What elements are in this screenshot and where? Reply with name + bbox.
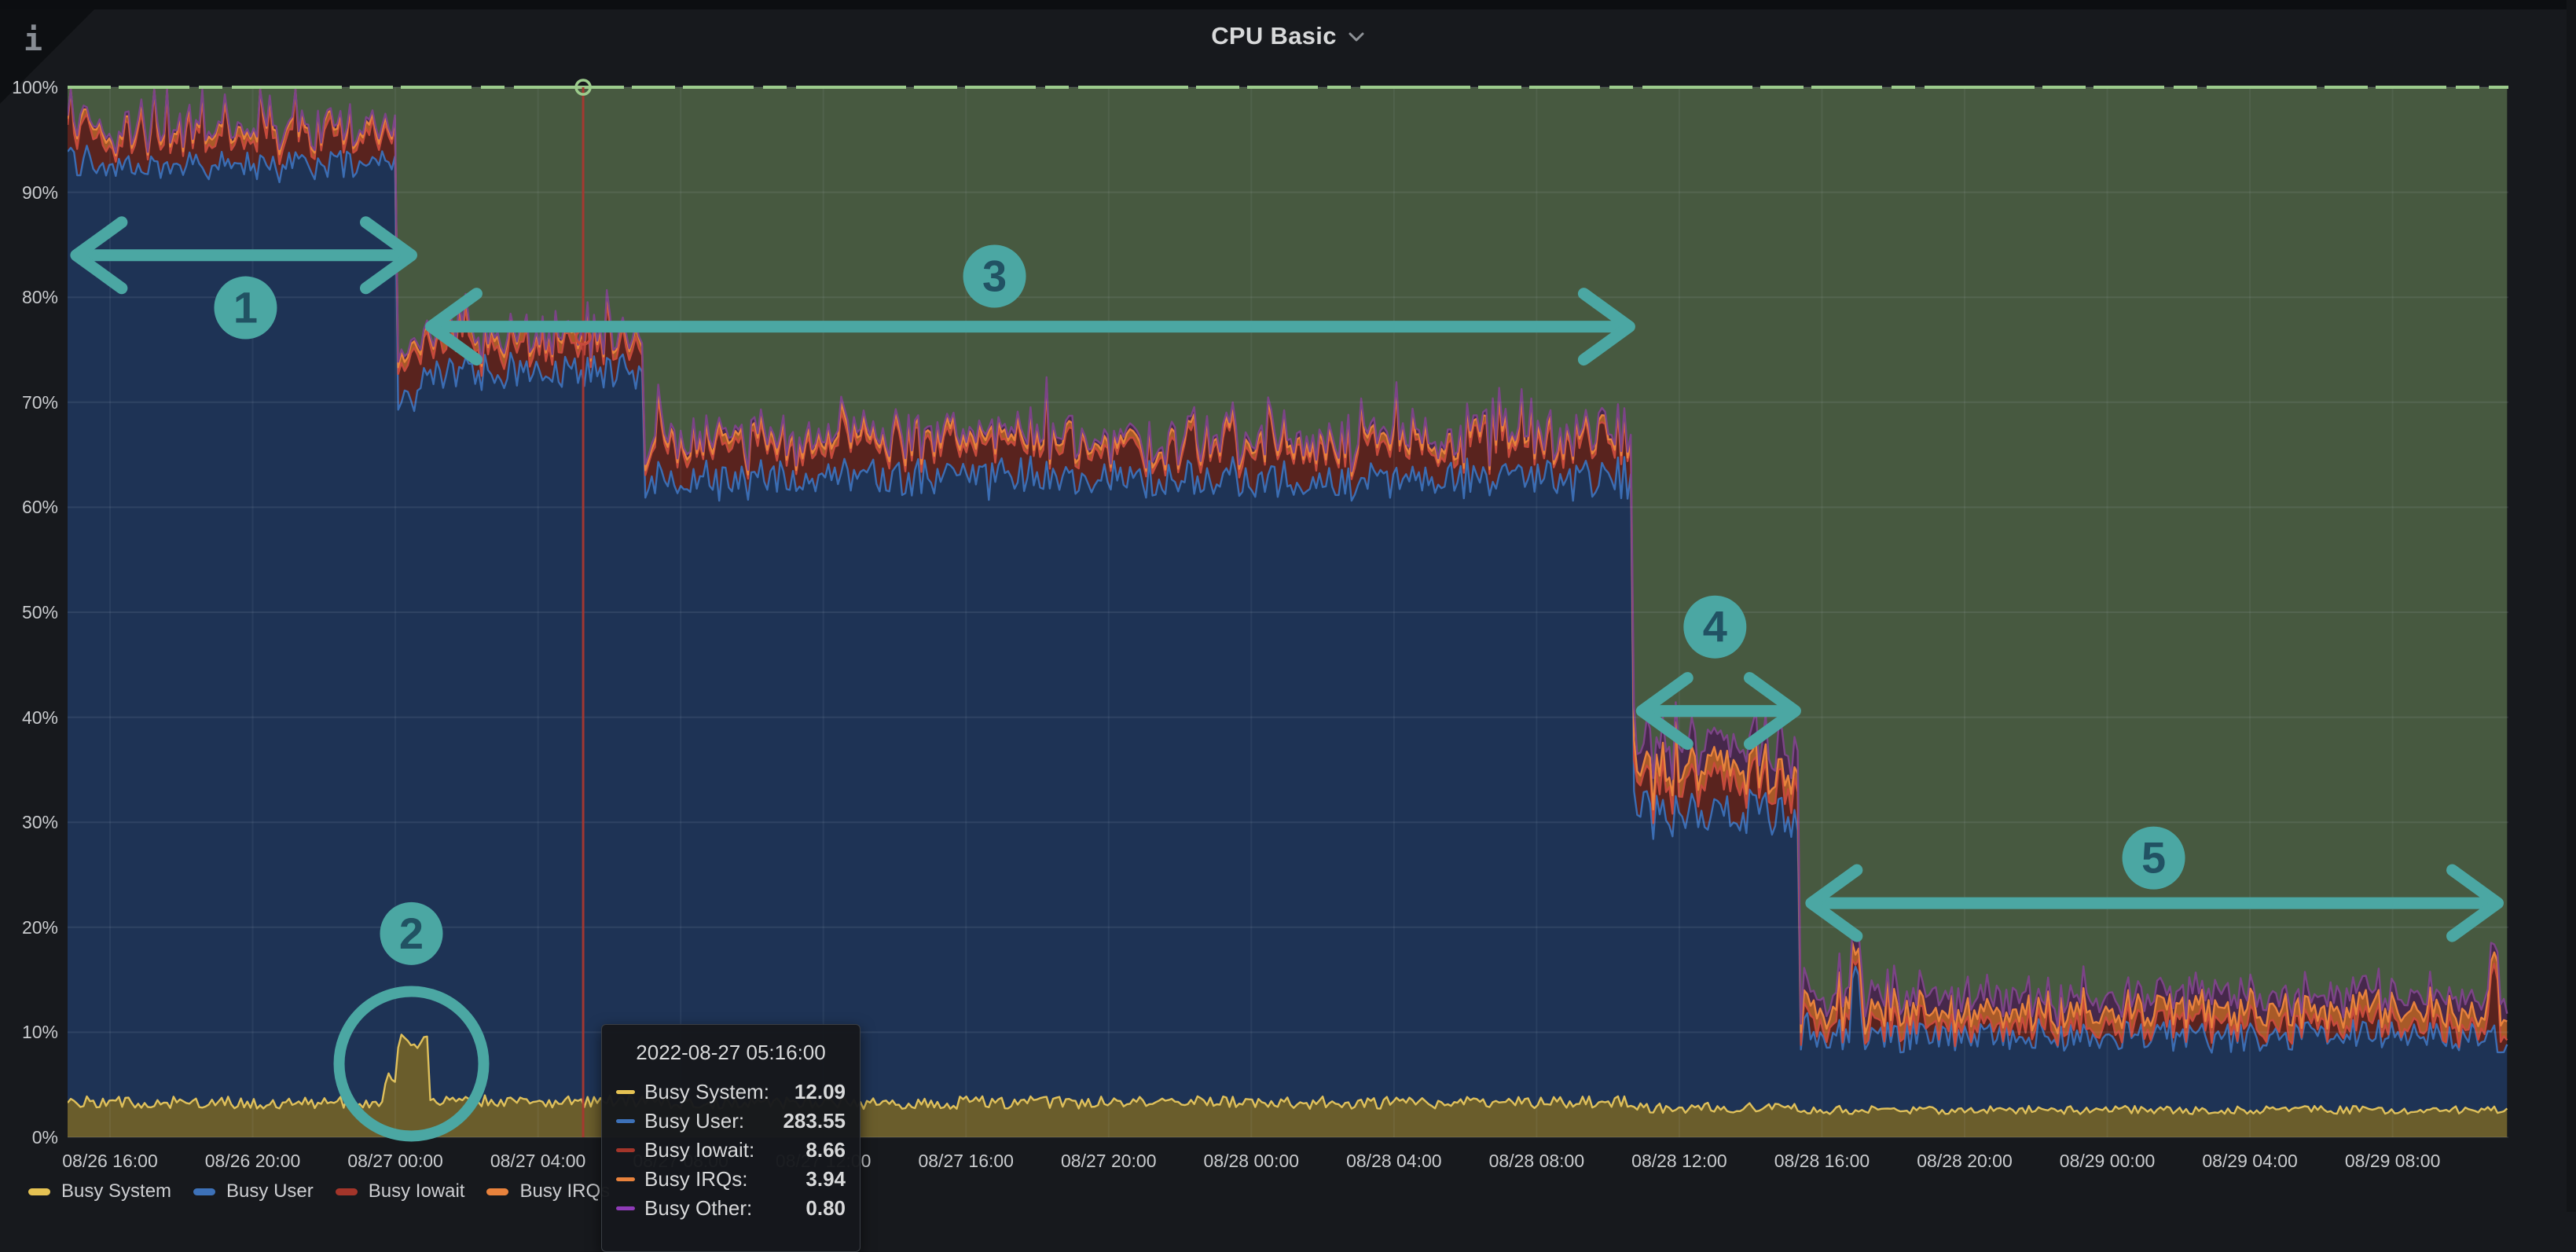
tooltip-series-label: Busy Other: <box>644 1196 752 1221</box>
annotation-badge-number: 2 <box>399 909 424 958</box>
tooltip-series-value: 12.09 <box>794 1080 846 1104</box>
tooltip-timestamp: 2022-08-27 05:16:00 <box>616 1041 846 1065</box>
y-tick-label: 40% <box>2 709 58 727</box>
y-tick-label: 10% <box>2 1023 58 1041</box>
tooltip-row: Busy Iowait: 8.66 <box>616 1136 846 1165</box>
tooltip-series-label: Busy IRQs: <box>644 1167 747 1191</box>
legend-label: Busy IRQs <box>519 1180 610 1202</box>
annotation-badge-number: 4 <box>1703 602 1727 652</box>
tooltip-row: Busy User: 283.55 <box>616 1107 846 1136</box>
legend: Busy System Busy User Busy Iowait Busy IRQs <box>28 1180 610 1202</box>
tooltip-series-swatch <box>616 1177 635 1181</box>
window-right-edge <box>2567 0 2576 1212</box>
tooltip-row: Busy System: 12.09 <box>616 1078 846 1107</box>
legend-label: Busy User <box>226 1180 314 1202</box>
legend-swatch <box>28 1188 50 1195</box>
annotation-badge-number: 3 <box>982 251 1007 300</box>
annotation-badge-number: 1 <box>233 283 258 332</box>
y-tick-label: 50% <box>2 604 58 622</box>
y-tick-label: 20% <box>2 919 58 937</box>
legend-swatch <box>486 1188 508 1195</box>
tooltip-row: Busy IRQs: 3.94 <box>616 1165 846 1194</box>
tooltip-series-label: Busy Iowait: <box>644 1138 754 1162</box>
y-tick-label: 0% <box>2 1129 58 1147</box>
y-tick-label: 80% <box>2 288 58 307</box>
y-tick-label: 70% <box>2 394 58 412</box>
legend-item-irqs[interactable]: Busy IRQs <box>486 1180 610 1202</box>
tooltip: 2022-08-27 05:16:00 Busy System:12.09Bus… <box>601 1024 861 1252</box>
tooltip-series-swatch <box>616 1148 635 1152</box>
legend-item-user[interactable]: Busy User <box>193 1180 314 1202</box>
cpu-usage-chart[interactable]: 1 2 3 4 5 <box>0 0 2576 1212</box>
legend-label: Busy System <box>61 1180 171 1202</box>
legend-label: Busy Iowait <box>369 1180 465 1202</box>
tooltip-series-swatch <box>616 1206 635 1210</box>
x-tick-label: 08/29 08:00 <box>2306 1152 2479 1170</box>
y-tick-label: 60% <box>2 498 58 516</box>
tooltip-series-value: 0.80 <box>805 1196 846 1221</box>
tooltip-series-value: 283.55 <box>783 1109 846 1133</box>
y-tick-label: 100% <box>2 79 58 97</box>
tooltip-series-label: Busy System: <box>644 1080 769 1104</box>
tooltip-series-value: 3.94 <box>805 1167 846 1191</box>
y-tick-label: 30% <box>2 813 58 832</box>
tooltip-series-swatch <box>616 1119 635 1123</box>
legend-item-system[interactable]: Busy System <box>28 1180 171 1202</box>
annotation-badge-number: 5 <box>2141 833 2166 883</box>
legend-swatch <box>193 1188 215 1195</box>
tooltip-row: Busy Other: 0.80 <box>616 1194 846 1223</box>
legend-swatch <box>336 1188 358 1195</box>
legend-item-iowait[interactable]: Busy Iowait <box>336 1180 465 1202</box>
tooltip-series-value: 8.66 <box>805 1138 846 1162</box>
y-tick-label: 90% <box>2 184 58 202</box>
tooltip-series-swatch <box>616 1090 635 1094</box>
tooltip-series-label: Busy User: <box>644 1109 744 1133</box>
